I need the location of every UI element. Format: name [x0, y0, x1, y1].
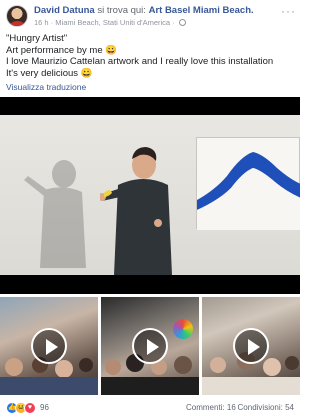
post-line: It's very delicious 😀 [6, 67, 93, 79]
artwork-frame [196, 137, 300, 230]
wall-shadow [24, 160, 86, 268]
meta-separator-2: · [172, 18, 175, 27]
author-avatar[interactable] [6, 5, 28, 27]
post-header: David Datuna si trova qui: Art Basel Mia… [6, 4, 296, 30]
location-link[interactable]: Miami Beach, Stati Uniti d'America [55, 18, 170, 27]
comments-count-link[interactable]: Commenti: 16 [186, 403, 236, 412]
post-time[interactable]: 16 h [34, 18, 49, 27]
video-thumbnail-1[interactable] [0, 297, 98, 395]
video-thumbnail-3[interactable] [202, 297, 300, 395]
place-link[interactable]: Art Basel Miami Beach. [149, 5, 254, 16]
rainbow-artwork [173, 319, 193, 339]
video-frame [0, 115, 300, 275]
check-in-verb: si trova qui: [97, 5, 146, 16]
post-line: I love Maurizio Cattelan artwork and I r… [6, 56, 274, 68]
video-thumbnail-2[interactable] [101, 297, 199, 395]
main-video[interactable] [0, 97, 300, 294]
post-text: "Hungry Artist" Art performance by me 😀 … [6, 33, 296, 79]
love-icon: ♥ [24, 402, 36, 414]
play-icon[interactable] [132, 328, 168, 364]
play-icon[interactable] [233, 328, 269, 364]
shares-count-link[interactable]: Condivisioni: 54 [238, 403, 294, 412]
meta-separator: · [50, 18, 54, 27]
post-line: Art performance by me 😀 [6, 44, 118, 56]
post-card: David Datuna si trova qui: Art Basel Mia… [0, 0, 300, 419]
more-options-button[interactable]: ··· [281, 4, 296, 18]
author-line: David Datuna si trova qui: Art Basel Mia… [34, 5, 254, 17]
reaction-count[interactable]: 96 [40, 403, 49, 412]
post-footer: 👍 😆 ♥ 96 Commenti: 16 Condivisioni: 54 [0, 399, 300, 419]
globe-icon [178, 19, 186, 26]
blue-mountain-artwork [197, 152, 300, 230]
post-meta: 16 h · Miami Beach, Stati Uniti d'Americ… [34, 18, 186, 28]
see-translation-link[interactable]: Visualizza traduzione [6, 82, 86, 92]
artist-figure [100, 147, 172, 275]
avatar-shirt [10, 21, 25, 26]
post-line: "Hungry Artist" [6, 33, 68, 44]
play-icon[interactable] [31, 328, 67, 364]
author-name-link[interactable]: David Datuna [34, 5, 95, 16]
